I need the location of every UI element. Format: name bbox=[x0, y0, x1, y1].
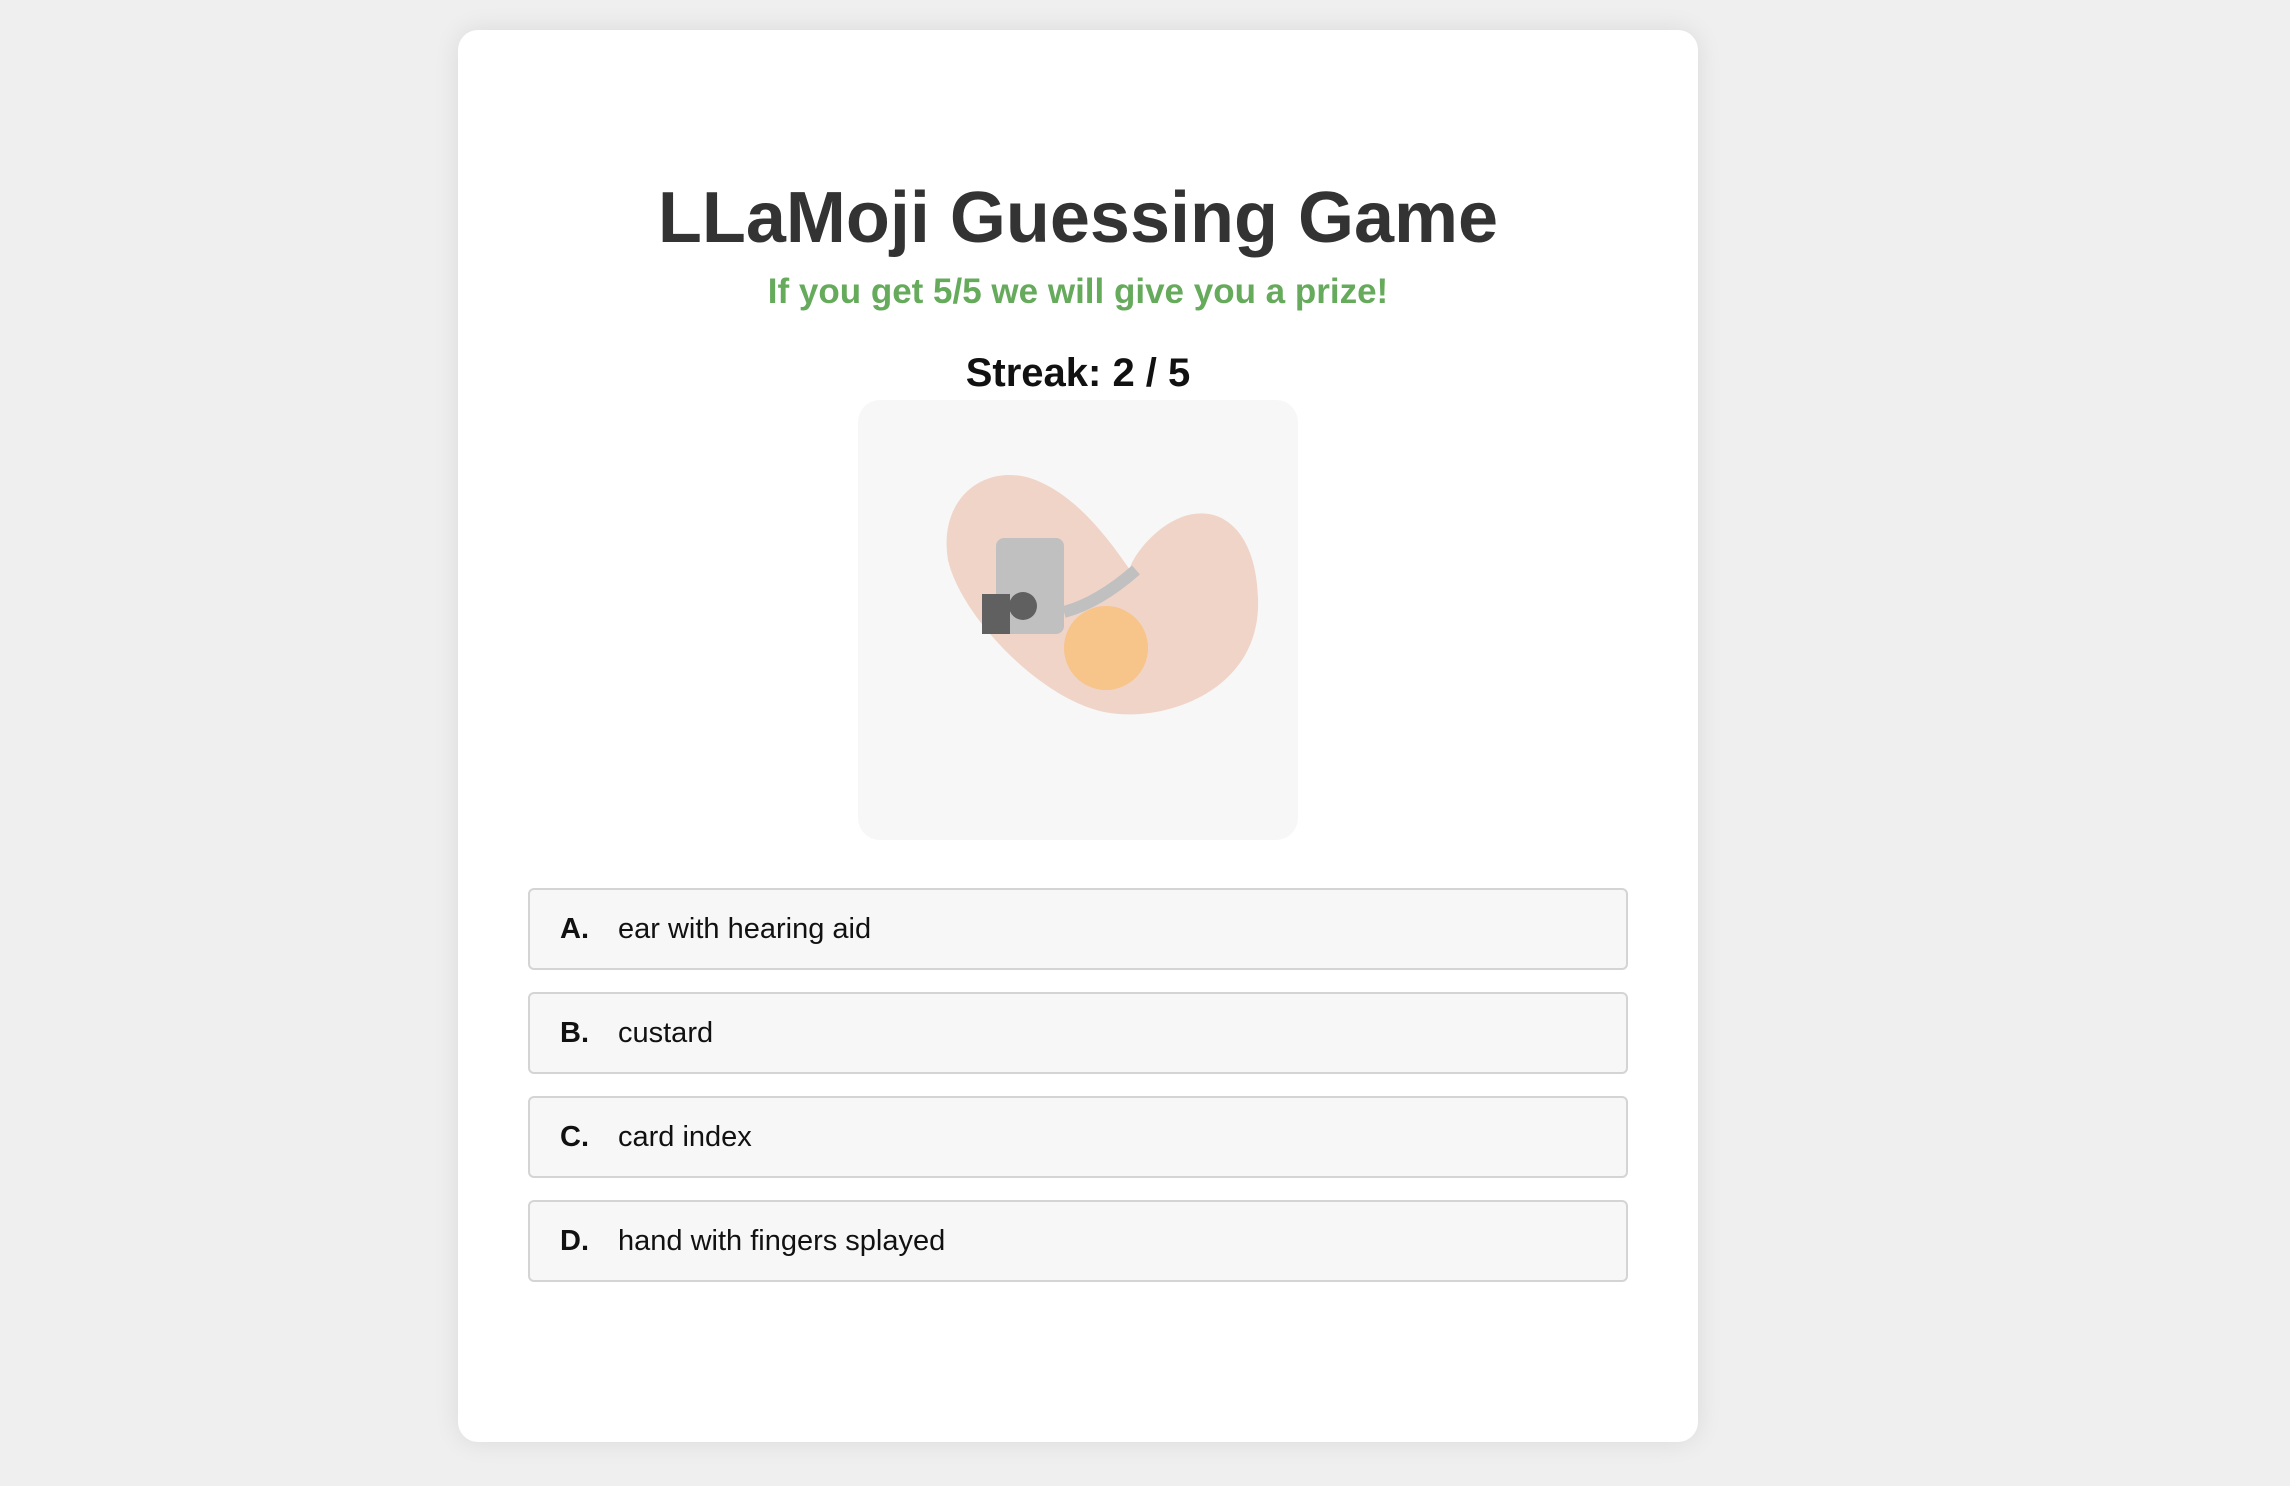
option-b[interactable]: B. custard bbox=[528, 992, 1628, 1074]
hearing-aid-bud bbox=[1064, 606, 1148, 690]
option-text: hand with fingers splayed bbox=[618, 1225, 946, 1257]
option-text: ear with hearing aid bbox=[618, 913, 872, 945]
hearing-aid-battery bbox=[982, 594, 1010, 634]
emoji-display bbox=[858, 400, 1298, 840]
answer-options: A. ear with hearing aid B. custard C. ca… bbox=[528, 888, 1628, 1304]
option-text: custard bbox=[618, 1017, 714, 1049]
option-a[interactable]: A. ear with hearing aid bbox=[528, 888, 1628, 970]
streak-counter: Streak: 2 / 5 bbox=[965, 351, 1191, 395]
game-card: LLaMoji Guessing Game If you get 5/5 we … bbox=[458, 30, 1698, 1442]
option-letter: C. bbox=[560, 1121, 589, 1153]
option-c[interactable]: C. card index bbox=[528, 1096, 1628, 1178]
game-title: LLaMoji Guessing Game bbox=[657, 178, 1499, 258]
option-letter: D. bbox=[560, 1225, 589, 1257]
hearing-aid-button bbox=[1009, 592, 1037, 620]
prize-subtitle: If you get 5/5 we will give you a prize! bbox=[767, 272, 1389, 311]
option-text: card index bbox=[618, 1121, 752, 1153]
option-d[interactable]: D. hand with fingers splayed bbox=[528, 1200, 1628, 1282]
option-letter: A. bbox=[560, 913, 589, 945]
ear-with-hearing-aid-icon bbox=[946, 474, 1259, 715]
option-letter: B. bbox=[560, 1017, 589, 1049]
